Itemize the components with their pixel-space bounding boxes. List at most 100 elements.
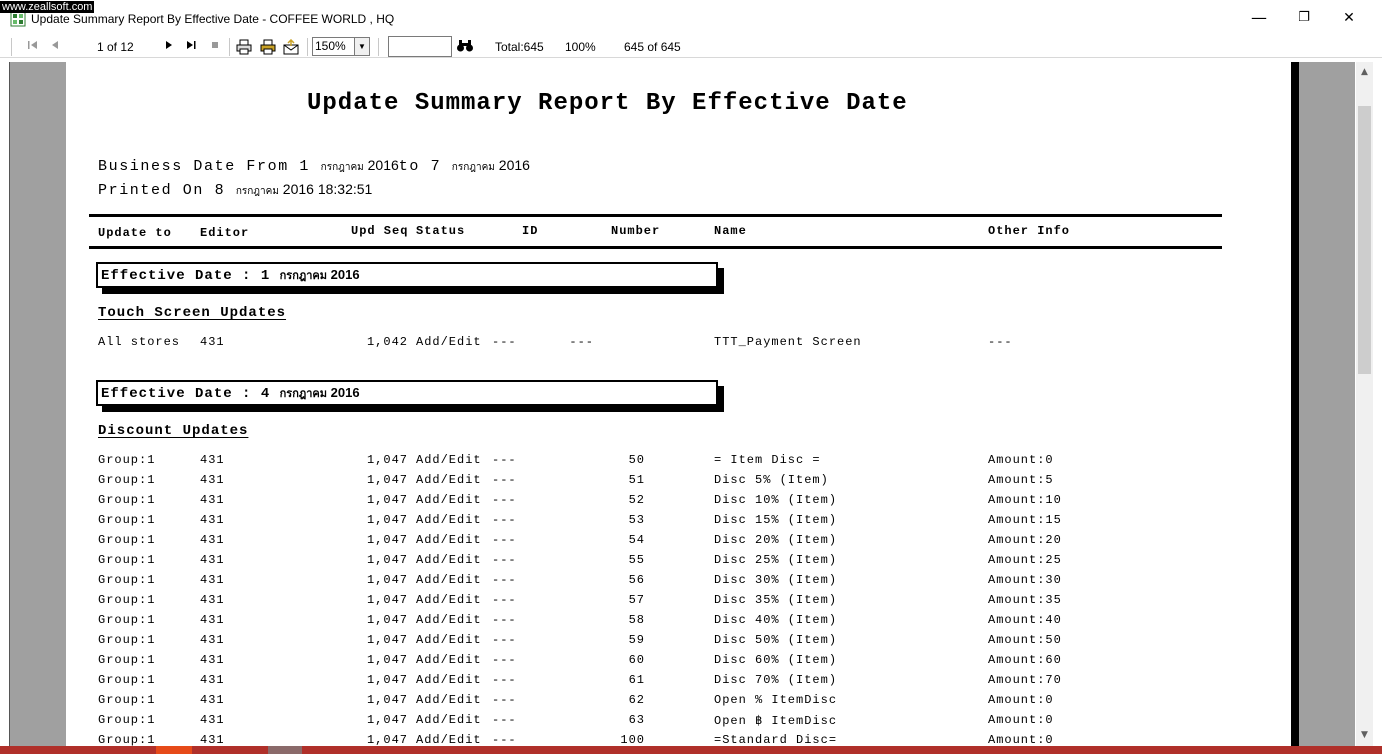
cell-editor: 431 xyxy=(200,573,225,587)
toolbar-separator xyxy=(378,38,379,56)
stop-button[interactable] xyxy=(207,39,223,55)
zoom-select[interactable]: 150% ▼ xyxy=(312,37,370,56)
table-row: Group:1 431 1,047 Add/Edit --- 53 Disc 15% (It… xyxy=(66,513,1291,533)
table-row: Group:1 431 1,047 Add/Edit --- 59 Disc 50% (It… xyxy=(66,633,1291,653)
cell-number: 59 xyxy=(628,633,645,647)
effective-date-month: กรกฎาคม xyxy=(279,387,328,400)
cell-upd-seq: 1,047 xyxy=(366,513,408,527)
cell-other-info: Amount:60 xyxy=(988,653,1062,667)
vertical-scrollbar[interactable]: ▲ ▼ xyxy=(1356,62,1373,746)
cell-status: Add/Edit xyxy=(416,613,482,627)
cell-number: 50 xyxy=(628,453,645,467)
cell-name: Disc 30% (Item) xyxy=(714,573,838,587)
app-icon xyxy=(10,11,26,27)
cell-id: --- xyxy=(492,653,517,667)
print-setup-icon xyxy=(260,39,276,55)
table-row: Group:1 431 1,047 Add/Edit --- 51 Disc 5% (Ite… xyxy=(66,473,1291,493)
find-button[interactable] xyxy=(456,38,473,54)
col-status: Status xyxy=(416,224,466,238)
next-page-button[interactable] xyxy=(161,39,177,55)
printed-datetime: 2016 18:32:51 xyxy=(278,181,373,197)
cell-upd-seq: 1,047 xyxy=(366,713,408,727)
cell-status: Add/Edit xyxy=(416,633,482,647)
table-row: Group:1 431 1,047 Add/Edit --- 62 Open % ItemD… xyxy=(66,693,1291,713)
cell-upd-seq: 1,047 xyxy=(366,453,408,467)
taskbar-segment xyxy=(268,746,302,754)
cell-status: Add/Edit xyxy=(416,493,482,507)
cell-upd-seq: 1,047 xyxy=(366,693,408,707)
cell-upd-seq: 1,047 xyxy=(366,733,408,746)
cell-upd-seq: 1,042 xyxy=(366,335,408,349)
business-date-month: กรกฎาคม xyxy=(320,162,364,173)
print-setup-button[interactable] xyxy=(260,39,276,55)
percent-label: 100% xyxy=(565,40,596,54)
scroll-up-button[interactable]: ▲ xyxy=(1356,64,1373,81)
previous-page-button[interactable] xyxy=(47,39,63,55)
table-row: Group:1 431 1,047 Add/Edit --- 55 Disc 25% (It… xyxy=(66,553,1291,573)
scroll-down-button[interactable]: ▼ xyxy=(1356,727,1373,744)
cell-status: Add/Edit xyxy=(416,673,482,687)
printed-month: กรกฎาคม xyxy=(235,186,279,197)
report-viewer[interactable]: Update Summary Report By Effective Date … xyxy=(9,62,1355,746)
cell-update-to: Group:1 xyxy=(98,613,156,627)
cell-id: --- xyxy=(492,533,517,547)
business-date-year: 2016 xyxy=(363,157,399,173)
taskbar-strip xyxy=(0,746,1382,754)
cell-update-to: Group:1 xyxy=(98,593,156,607)
effective-date-box: Effective Date : 4 กรกฎาคม 2016 xyxy=(96,380,718,406)
watermark-label: www.zeallsoft.com xyxy=(0,1,95,13)
cell-id: --- xyxy=(492,335,517,349)
cell-number: 55 xyxy=(628,553,645,567)
cell-editor: 431 xyxy=(200,533,225,547)
cell-status: Add/Edit xyxy=(416,733,482,746)
close-button[interactable]: ✕ xyxy=(1326,6,1372,30)
business-date-to: to 7 xyxy=(398,158,452,175)
last-page-button[interactable] xyxy=(183,39,199,55)
cell-status: Add/Edit xyxy=(416,593,482,607)
export-button[interactable] xyxy=(283,38,299,55)
cell-status: Add/Edit xyxy=(416,473,482,487)
cell-upd-seq: 1,047 xyxy=(366,673,408,687)
first-page-button[interactable] xyxy=(25,39,41,55)
viewer-border xyxy=(9,62,10,746)
title-bar: Update Summary Report By Effective Date … xyxy=(0,0,1382,36)
effective-date-label: Effective Date : 4 กรกฎาคม 2016 xyxy=(101,384,360,402)
cell-name: Disc 10% (Item) xyxy=(714,493,838,507)
previous-page-icon xyxy=(52,41,58,49)
cell-upd-seq: 1,047 xyxy=(366,553,408,567)
cell-other-info: Amount:70 xyxy=(988,673,1062,687)
col-name: Name xyxy=(714,224,747,238)
cell-id: --- xyxy=(492,593,517,607)
cell-id: --- xyxy=(492,553,517,567)
scrollbar-thumb[interactable] xyxy=(1358,106,1371,374)
cell-update-to: Group:1 xyxy=(98,693,156,707)
cell-other-info: Amount:40 xyxy=(988,613,1062,627)
restore-icon: ❐ xyxy=(1298,10,1310,25)
table-row: Group:1 431 1,047 Add/Edit --- 56 Disc 30% (It… xyxy=(66,573,1291,593)
cell-editor: 431 xyxy=(200,633,225,647)
cell-number: 61 xyxy=(628,673,645,687)
page-shadow xyxy=(1291,62,1299,746)
table-row: Group:1 431 1,047 Add/Edit --- 63 Open ฿ ItemD… xyxy=(66,713,1291,733)
stop-icon xyxy=(212,42,218,48)
cell-update-to: Group:1 xyxy=(98,533,156,547)
cell-name: TTT_Payment Screen xyxy=(714,335,862,349)
minimize-button[interactable]: — xyxy=(1236,6,1282,30)
chevron-down-icon: ▼ xyxy=(354,38,369,55)
print-button[interactable] xyxy=(236,39,252,55)
cell-other-info: Amount:5 xyxy=(988,473,1054,487)
cell-upd-seq: 1,047 xyxy=(366,493,408,507)
printed-on-line: Printed On 8 กรกฎาคม 2016 18:32:51 xyxy=(98,181,372,199)
cell-upd-seq: 1,047 xyxy=(366,653,408,667)
col-upd-seq: Upd Seq xyxy=(351,224,409,238)
cell-update-to: Group:1 xyxy=(98,633,156,647)
effective-date-prefix: Effective Date : 1 xyxy=(101,268,280,284)
cell-upd-seq: 1,047 xyxy=(366,633,408,647)
col-id: ID xyxy=(522,224,539,238)
cell-update-to: Group:1 xyxy=(98,473,156,487)
cell-id: --- xyxy=(492,473,517,487)
table-row: Group:1 431 1,047 Add/Edit --- 100 =Standard D… xyxy=(66,733,1291,746)
restore-button[interactable]: ❐ xyxy=(1281,6,1327,30)
cell-number: 56 xyxy=(628,573,645,587)
search-input[interactable] xyxy=(388,36,452,57)
